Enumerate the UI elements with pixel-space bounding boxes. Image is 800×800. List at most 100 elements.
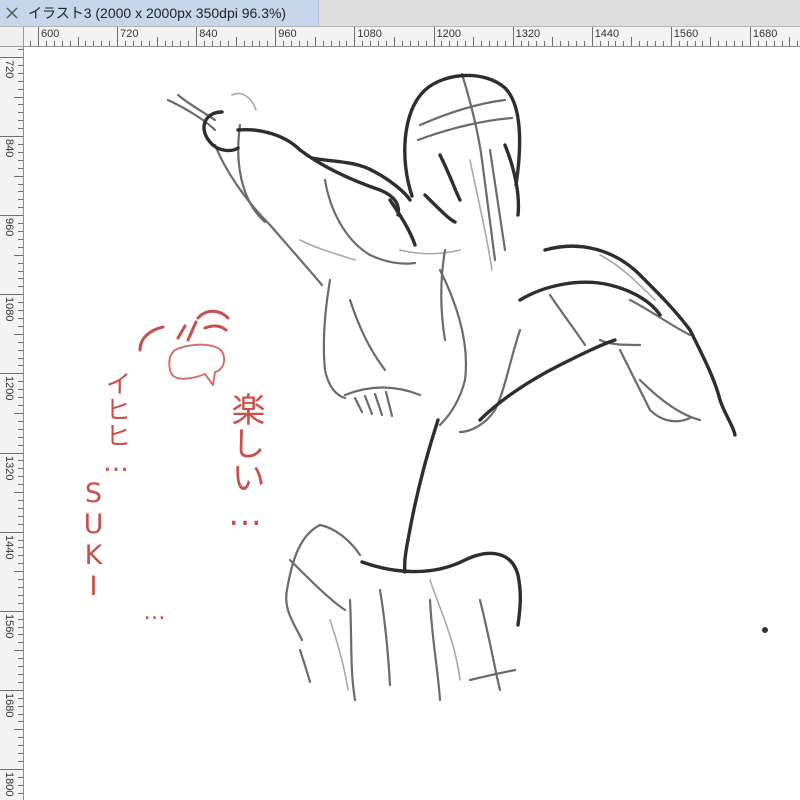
sketch-stroke bbox=[353, 396, 364, 414]
sketch-stroke bbox=[599, 254, 656, 301]
ruler-tick bbox=[156, 37, 158, 46]
ruler-label: 1800 bbox=[3, 771, 15, 797]
ruler-tick bbox=[686, 41, 688, 46]
sketch-stroke bbox=[384, 390, 394, 418]
ruler-tick bbox=[18, 159, 23, 161]
ruler-tick bbox=[14, 571, 23, 573]
ruler-tick bbox=[386, 41, 388, 46]
ruler-tick bbox=[560, 41, 562, 46]
sketch-stroke bbox=[438, 153, 462, 202]
ruler-tick bbox=[0, 373, 23, 375]
ruler-tick bbox=[283, 41, 285, 46]
sketch-stroke bbox=[288, 558, 347, 612]
ruler-tick bbox=[0, 531, 23, 533]
ruler-tick bbox=[18, 270, 23, 272]
ruler-tick bbox=[322, 41, 324, 46]
ruler-tick bbox=[789, 37, 791, 46]
ruler-tick bbox=[441, 41, 443, 46]
sketch-stroke bbox=[503, 143, 521, 217]
ruler-tick bbox=[109, 41, 111, 46]
annotation-suki: SUKI bbox=[78, 478, 109, 602]
ruler-tick bbox=[18, 602, 23, 604]
ruler-tick bbox=[457, 41, 459, 46]
ruler-tick bbox=[101, 41, 103, 46]
ruler-tick bbox=[148, 41, 150, 46]
sketch-dark-strokes bbox=[202, 73, 737, 627]
ruler-tick bbox=[0, 689, 23, 691]
sketch-stroke bbox=[310, 156, 412, 202]
ruler-tick bbox=[196, 27, 198, 46]
ruler-tick bbox=[18, 72, 23, 74]
red-doodle-marks bbox=[138, 309, 230, 386]
ruler-tick bbox=[631, 37, 633, 46]
ruler-tick bbox=[172, 41, 174, 46]
ruler-tick bbox=[18, 357, 23, 359]
drawing-canvas[interactable]: イヒヒ… SUKI … 楽しい… bbox=[25, 48, 800, 800]
ruler-tick bbox=[140, 41, 142, 46]
ruler-tick bbox=[797, 41, 799, 46]
ruler-tick bbox=[18, 318, 23, 320]
sketch-stroke bbox=[343, 386, 422, 397]
ruler-tick bbox=[188, 41, 190, 46]
ruler-tick bbox=[18, 579, 23, 581]
close-icon[interactable] bbox=[5, 6, 19, 20]
ruler-tick bbox=[18, 112, 23, 114]
ruler-tick bbox=[14, 412, 23, 414]
horizontal-ruler[interactable]: 600 720 840 960 1080 1200 1320 1440 1560… bbox=[24, 27, 800, 47]
ruler-tick bbox=[734, 41, 736, 46]
ruler-label: 720 bbox=[120, 28, 139, 40]
vertical-ruler[interactable]: 720 840 960 1080 1200 1320 1440 1560 168… bbox=[0, 47, 24, 800]
ruler-label: 960 bbox=[278, 28, 297, 40]
red-mark bbox=[186, 320, 198, 342]
ruler-label: 1320 bbox=[3, 455, 15, 480]
sketch-stroke bbox=[213, 143, 324, 287]
ruler-tick bbox=[18, 666, 23, 668]
ruler-tick bbox=[18, 484, 23, 486]
ruler-tick bbox=[18, 642, 23, 644]
ruler-tick bbox=[275, 27, 277, 46]
document-tab[interactable]: イラスト3 (2000 x 2000px 350dpi 96.3%) bbox=[0, 0, 319, 26]
ruler-tick bbox=[306, 41, 308, 46]
ruler-label: 960 bbox=[3, 218, 15, 237]
ruler-tick bbox=[45, 41, 47, 46]
sketch-stroke bbox=[231, 92, 257, 111]
ruler-tick bbox=[38, 27, 39, 46]
ruler-tick bbox=[18, 507, 23, 509]
sketch-stroke bbox=[348, 298, 387, 372]
ruler-tick bbox=[18, 681, 23, 683]
ruler-tick bbox=[18, 302, 23, 304]
ruler-tick bbox=[591, 27, 593, 46]
ruler-tick bbox=[18, 776, 23, 778]
ruler-tick bbox=[528, 41, 530, 46]
ruler-label: 1560 bbox=[673, 28, 699, 40]
sketch-stroke bbox=[468, 668, 517, 682]
sketch-stroke bbox=[298, 648, 312, 684]
ruler-tick bbox=[18, 737, 23, 739]
ruler-tick bbox=[30, 41, 32, 46]
ruler-tick bbox=[14, 175, 23, 177]
sketch-stroke bbox=[378, 588, 392, 687]
ruler-tick bbox=[520, 41, 522, 46]
ruler-tick bbox=[583, 41, 585, 46]
ruler-tick bbox=[314, 37, 316, 46]
ruler-tick bbox=[18, 365, 23, 367]
ruler-tick bbox=[654, 41, 656, 46]
sketch-stroke bbox=[363, 394, 374, 416]
ruler-tick bbox=[496, 41, 498, 46]
ruler-tick bbox=[552, 37, 554, 46]
sketch-stroke bbox=[478, 338, 617, 422]
sketch-stroke bbox=[329, 619, 349, 691]
sketch-stroke bbox=[403, 73, 522, 198]
ruler-label: 1200 bbox=[3, 376, 15, 401]
ruler-tick bbox=[393, 37, 395, 46]
sketch-stroke bbox=[428, 598, 442, 702]
ruler-tick bbox=[53, 41, 55, 46]
ruler-tick bbox=[773, 41, 775, 46]
ruler-tick bbox=[567, 41, 569, 46]
ruler-tick bbox=[0, 768, 23, 770]
ruler-tick bbox=[599, 41, 601, 46]
ruler-tick bbox=[401, 41, 403, 46]
ruler-tick bbox=[18, 286, 23, 288]
ruler-tick bbox=[536, 41, 538, 46]
ruler-tick bbox=[18, 120, 23, 122]
